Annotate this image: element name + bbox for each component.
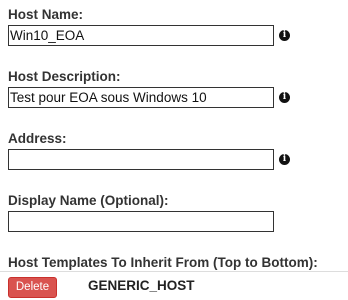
host-name-label: Host Name:: [8, 7, 84, 22]
address-label: Address:: [8, 131, 67, 146]
info-circle-icon[interactable]: i: [279, 92, 290, 103]
info-circle-icon[interactable]: i: [279, 154, 290, 165]
display-name-label: Display Name (Optional):: [8, 193, 169, 208]
address-field[interactable]: [8, 149, 274, 170]
host-description-field[interactable]: Test pour EOA sous Windows 10: [8, 87, 274, 108]
host-form: Host Name: Win10_EOA i Host Description:…: [0, 0, 348, 300]
info-circle-icon[interactable]: i: [279, 30, 290, 41]
host-name-field[interactable]: Win10_EOA: [8, 25, 274, 46]
template-name: GENERIC_HOST: [88, 278, 195, 293]
display-name-field[interactable]: [8, 211, 274, 232]
delete-template-button[interactable]: Delete: [8, 277, 57, 298]
host-templates-label: Host Templates To Inherit From (Top to B…: [8, 255, 318, 270]
host-description-label: Host Description:: [8, 69, 121, 84]
divider: [0, 271, 348, 272]
